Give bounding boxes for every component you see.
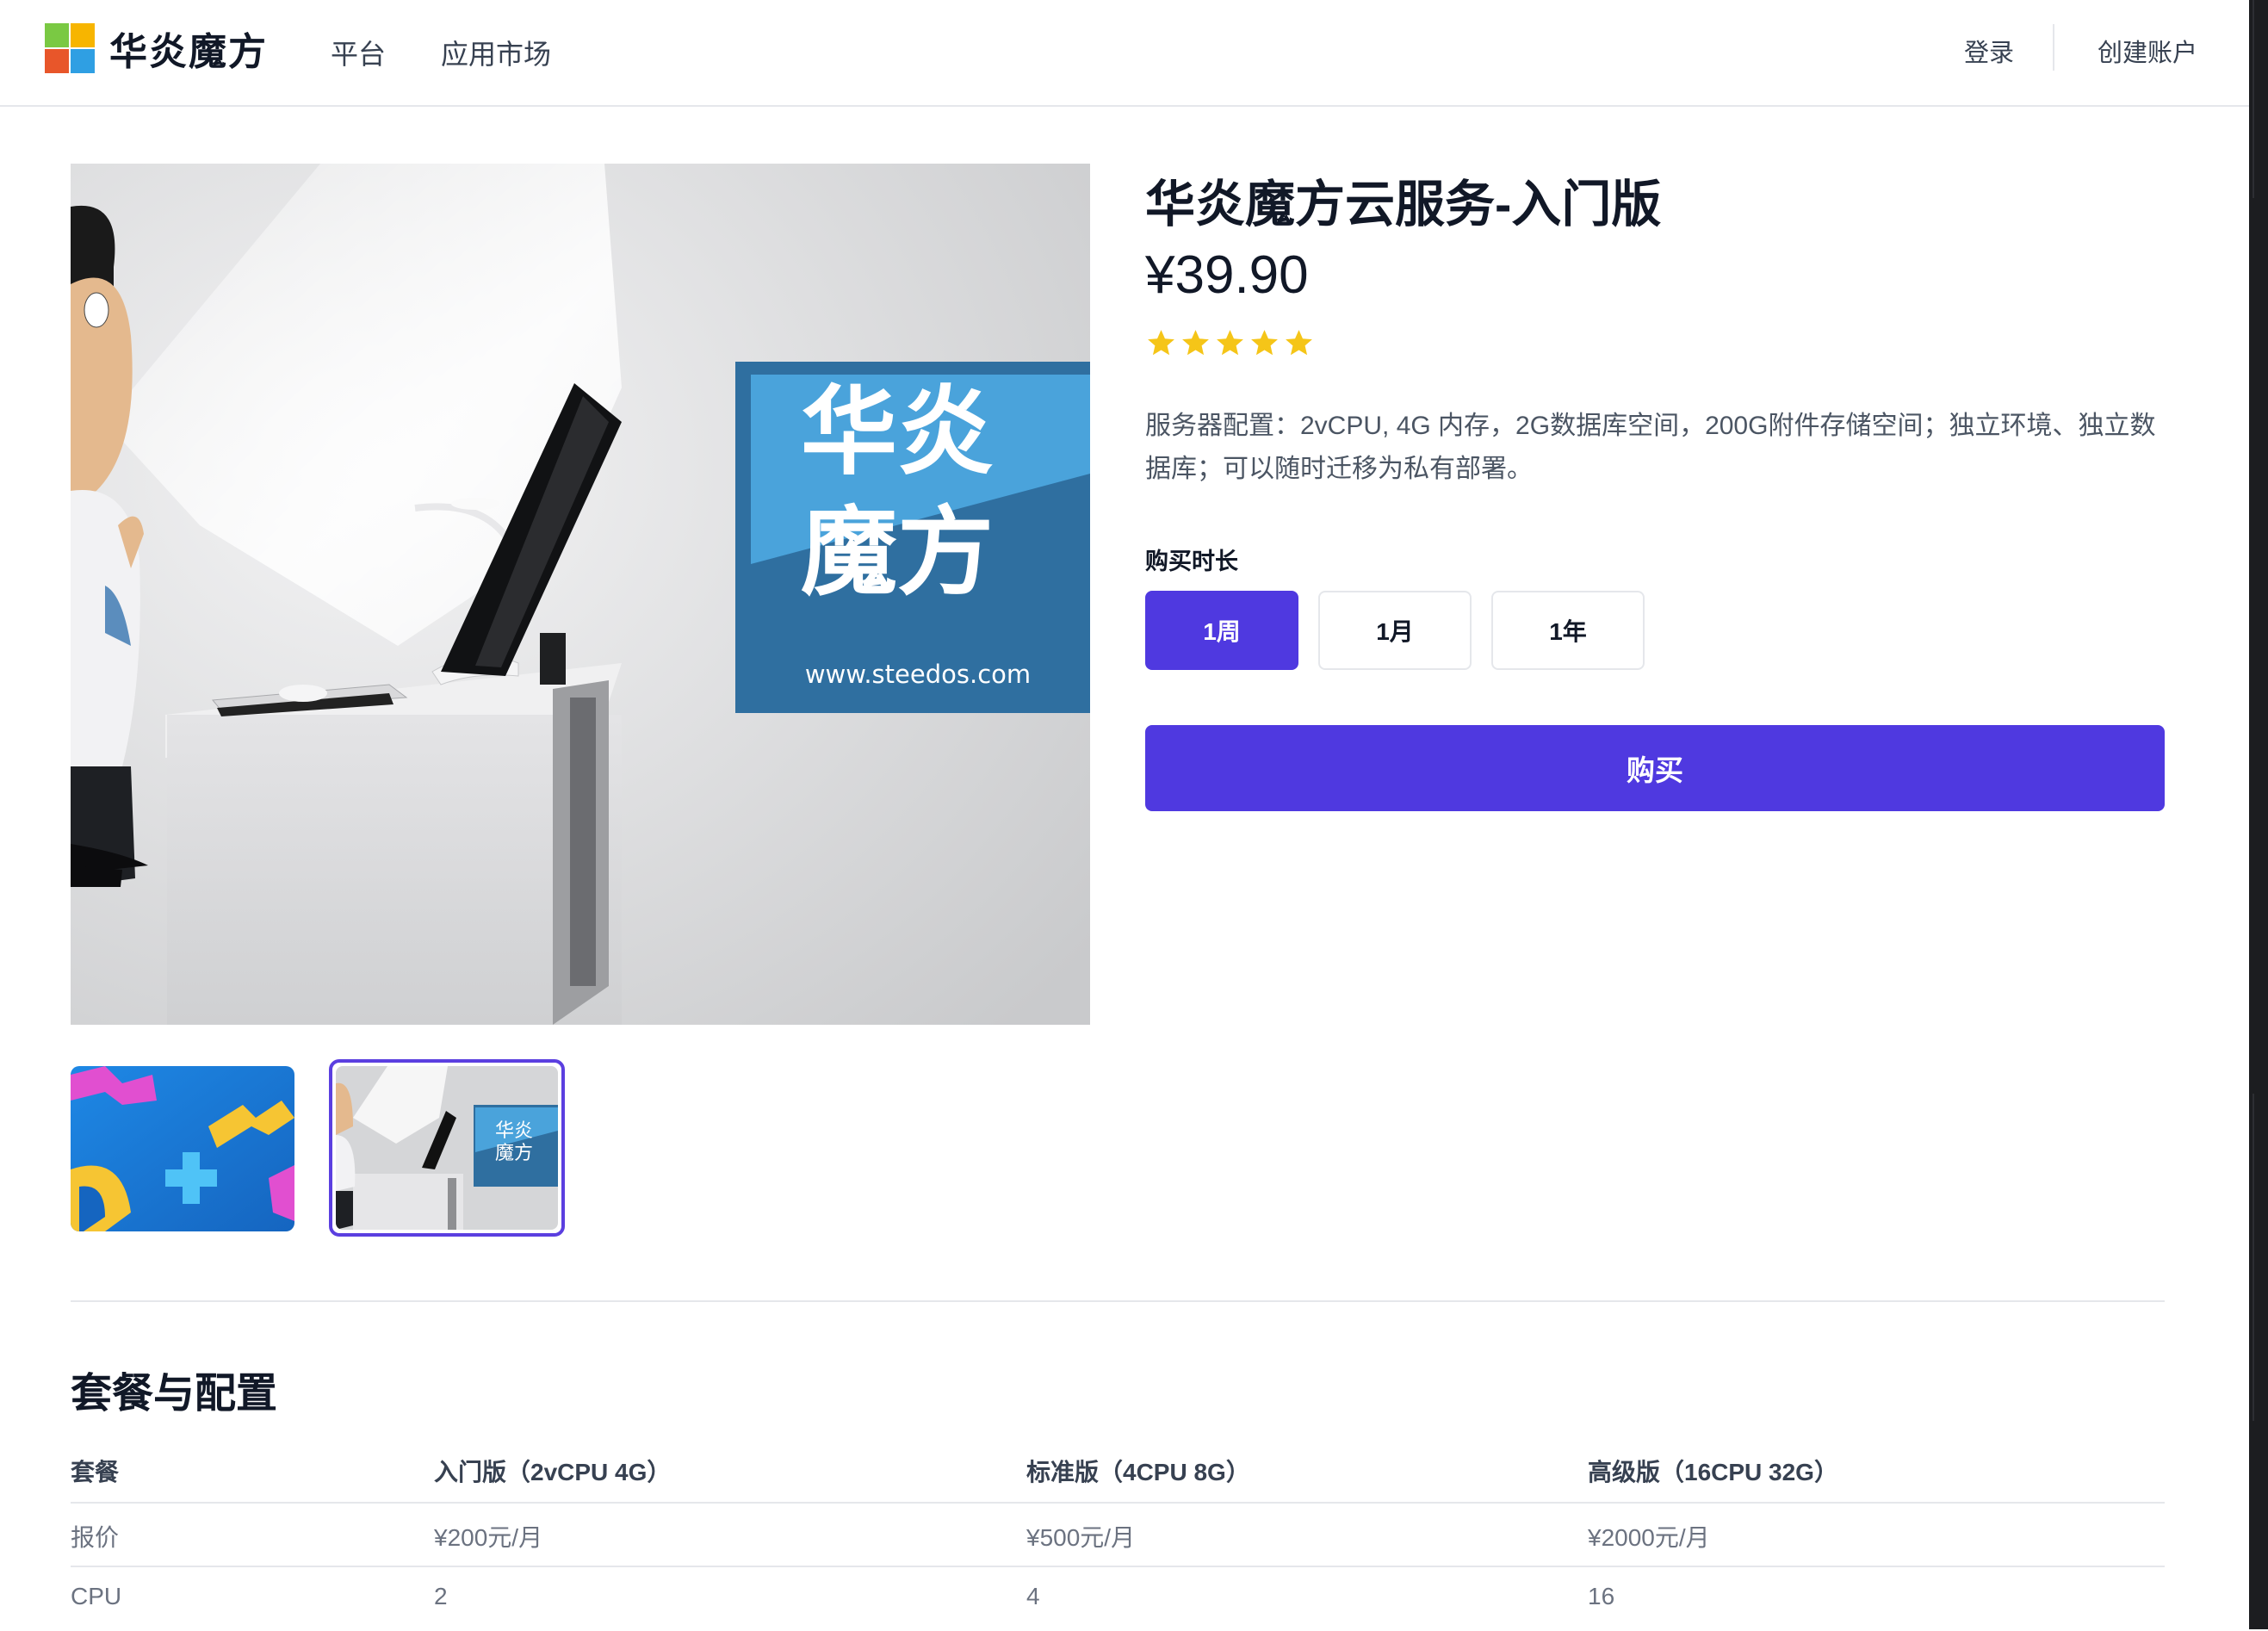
table-cell: CPU — [71, 1583, 122, 1609]
column-header: 标准版（4CPU 8G） — [1026, 1459, 1250, 1485]
duration-option-1-year[interactable]: 1年 — [1491, 591, 1645, 670]
star-icon — [1251, 330, 1278, 356]
create-account-link[interactable]: 创建账户 — [2098, 33, 2197, 69]
product-title: 华炎魔方云服务-入门版 — [1145, 177, 1662, 233]
brand-name[interactable]: 华炎魔方 — [109, 21, 268, 76]
column-header: 入门版（2vCPU 4G） — [434, 1459, 672, 1485]
duration-option-1-week[interactable]: 1周 — [1145, 591, 1298, 670]
product-main-image: 华炎 魔方 www.steedos.com — [71, 164, 1090, 1025]
column-header: 高级版（16CPU 32G） — [1588, 1459, 1838, 1485]
table-cell: 16 — [1588, 1583, 1615, 1609]
table-cell: 报价 — [71, 1524, 120, 1551]
buy-button[interactable]: 购买 — [1145, 725, 2165, 811]
table-cell: ¥500元/月 — [1026, 1524, 1136, 1551]
table-cell: ¥200元/月 — [434, 1524, 543, 1551]
rating-stars — [1145, 327, 1317, 365]
nav-platform[interactable]: 平台 — [331, 33, 386, 72]
table-row: CPU 2 4 16 — [71, 1566, 2165, 1631]
table-cell: 4 — [1026, 1583, 1040, 1609]
duration-option-1-month[interactable]: 1月 — [1318, 591, 1472, 670]
table-header-row: 套餐 入门版（2vCPU 4G） 标准版（4CPU 8G） 高级版（16CPU … — [71, 1438, 2165, 1502]
nav-app-market[interactable]: 应用市场 — [441, 33, 551, 72]
sign-line-2: 魔方 — [801, 497, 994, 609]
thumb-sign-line-2: 魔方 — [495, 1143, 533, 1164]
section-divider — [71, 1300, 2165, 1302]
star-icon — [1148, 330, 1174, 356]
sign-url: www.steedos.com — [805, 660, 1031, 689]
table-cell: ¥2000元/月 — [1588, 1524, 1710, 1551]
plans-section-title: 套餐与配置 — [71, 1371, 278, 1417]
product-description: 服务器配置：2vCPU, 4G 内存，2G数据库空间，200G附件存储空间；独立… — [1145, 412, 2156, 483]
header-divider — [2053, 24, 2054, 71]
table-cell: 2 — [434, 1583, 448, 1609]
star-icon — [1286, 330, 1312, 356]
logo-icon[interactable] — [45, 23, 96, 75]
star-icon — [1182, 330, 1209, 356]
table-row: 报价 ¥200元/月 ¥500元/月 ¥2000元/月 — [71, 1502, 2165, 1567]
thumbnail-1[interactable] — [71, 1066, 294, 1231]
column-header: 套餐 — [71, 1459, 120, 1485]
login-link[interactable]: 登录 — [1964, 33, 2014, 69]
product-price: ¥39.90 — [1145, 245, 1309, 305]
sign-line-1: 华炎 — [801, 376, 994, 488]
thumbnail-2-selected[interactable]: 华炎 魔方 — [329, 1059, 565, 1237]
top-navbar: 华炎魔方 平台 应用市场 登录 创建账户 — [0, 0, 2249, 107]
thumb-sign-line-1: 华炎 — [495, 1120, 533, 1142]
duration-label: 购买时长 — [1145, 549, 1238, 574]
window-edge — [2249, 0, 2268, 1629]
star-icon — [1217, 330, 1243, 356]
